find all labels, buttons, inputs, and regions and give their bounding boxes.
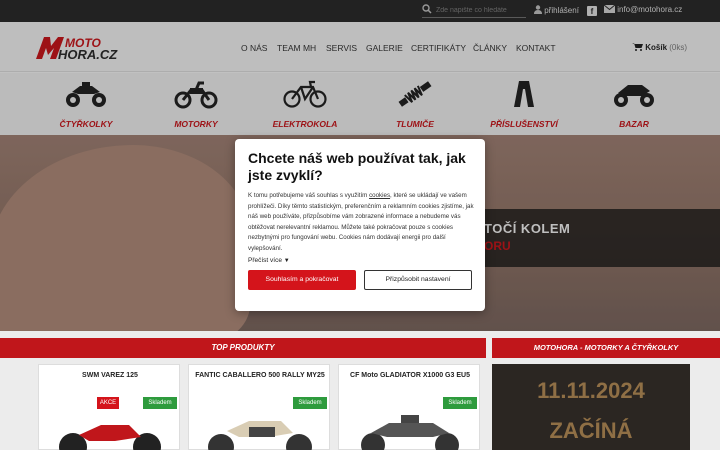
product-image [208, 421, 312, 450]
side-section-title: MOTOHORA - MOTORKY A ČTYŘKOLKY [533, 343, 679, 352]
promo-banner[interactable]: 11.11.2024 ZAČÍNÁ [492, 364, 690, 450]
cookies-link[interactable]: cookies [369, 192, 390, 199]
side-section-header: MOTOHORA - MOTORKY A ČTYŘKOLKY [492, 338, 720, 358]
cookie-text-end: , které se ukládají ve vašem prohlížeči.… [248, 192, 474, 252]
product-name: FANTIC CABALLERO 500 RALLY MY25 [195, 372, 325, 379]
accept-cookies-button[interactable]: Souhlasím a pokračovat [248, 270, 356, 290]
cookie-text: K tomu potřebujeme váš souhlas s využití… [248, 191, 474, 254]
cookie-title: Chcete náš web používat tak, jak jste zv… [248, 150, 466, 183]
top-products-title: TOP PRODUKTY [211, 343, 275, 352]
product-card[interactable]: SWM VAREZ 125 AKCE Skladem [38, 364, 180, 450]
product-name: SWM VAREZ 125 [82, 372, 138, 379]
product-name: CF Moto GLADIATOR X1000 G3 EU5 [350, 372, 470, 379]
chevron-down-icon: ▼ [283, 258, 290, 264]
product-card[interactable]: FANTIC CABALLERO 500 RALLY MY25 Skladem [188, 364, 330, 450]
top-products-header: TOP PRODUKTY [0, 338, 486, 358]
cookie-text-start: K tomu potřebujeme váš souhlas s využití… [248, 192, 370, 199]
promo-date: 11.11.2024 [537, 378, 645, 403]
read-more-label: Přečíst více [248, 257, 282, 264]
customize-cookies-button[interactable]: Přizpůsobit nastavení [364, 270, 472, 290]
product-image [361, 415, 459, 450]
product-card[interactable]: CF Moto GLADIATOR X1000 G3 EU5 Skladem [338, 364, 480, 450]
product-image [59, 425, 161, 450]
read-more-toggle[interactable]: Přečíst více ▼ [248, 257, 290, 264]
cookie-consent-dialog: Chcete náš web používat tak, jak jste zv… [235, 139, 485, 311]
promo-text: ZAČÍNÁ [549, 418, 633, 443]
